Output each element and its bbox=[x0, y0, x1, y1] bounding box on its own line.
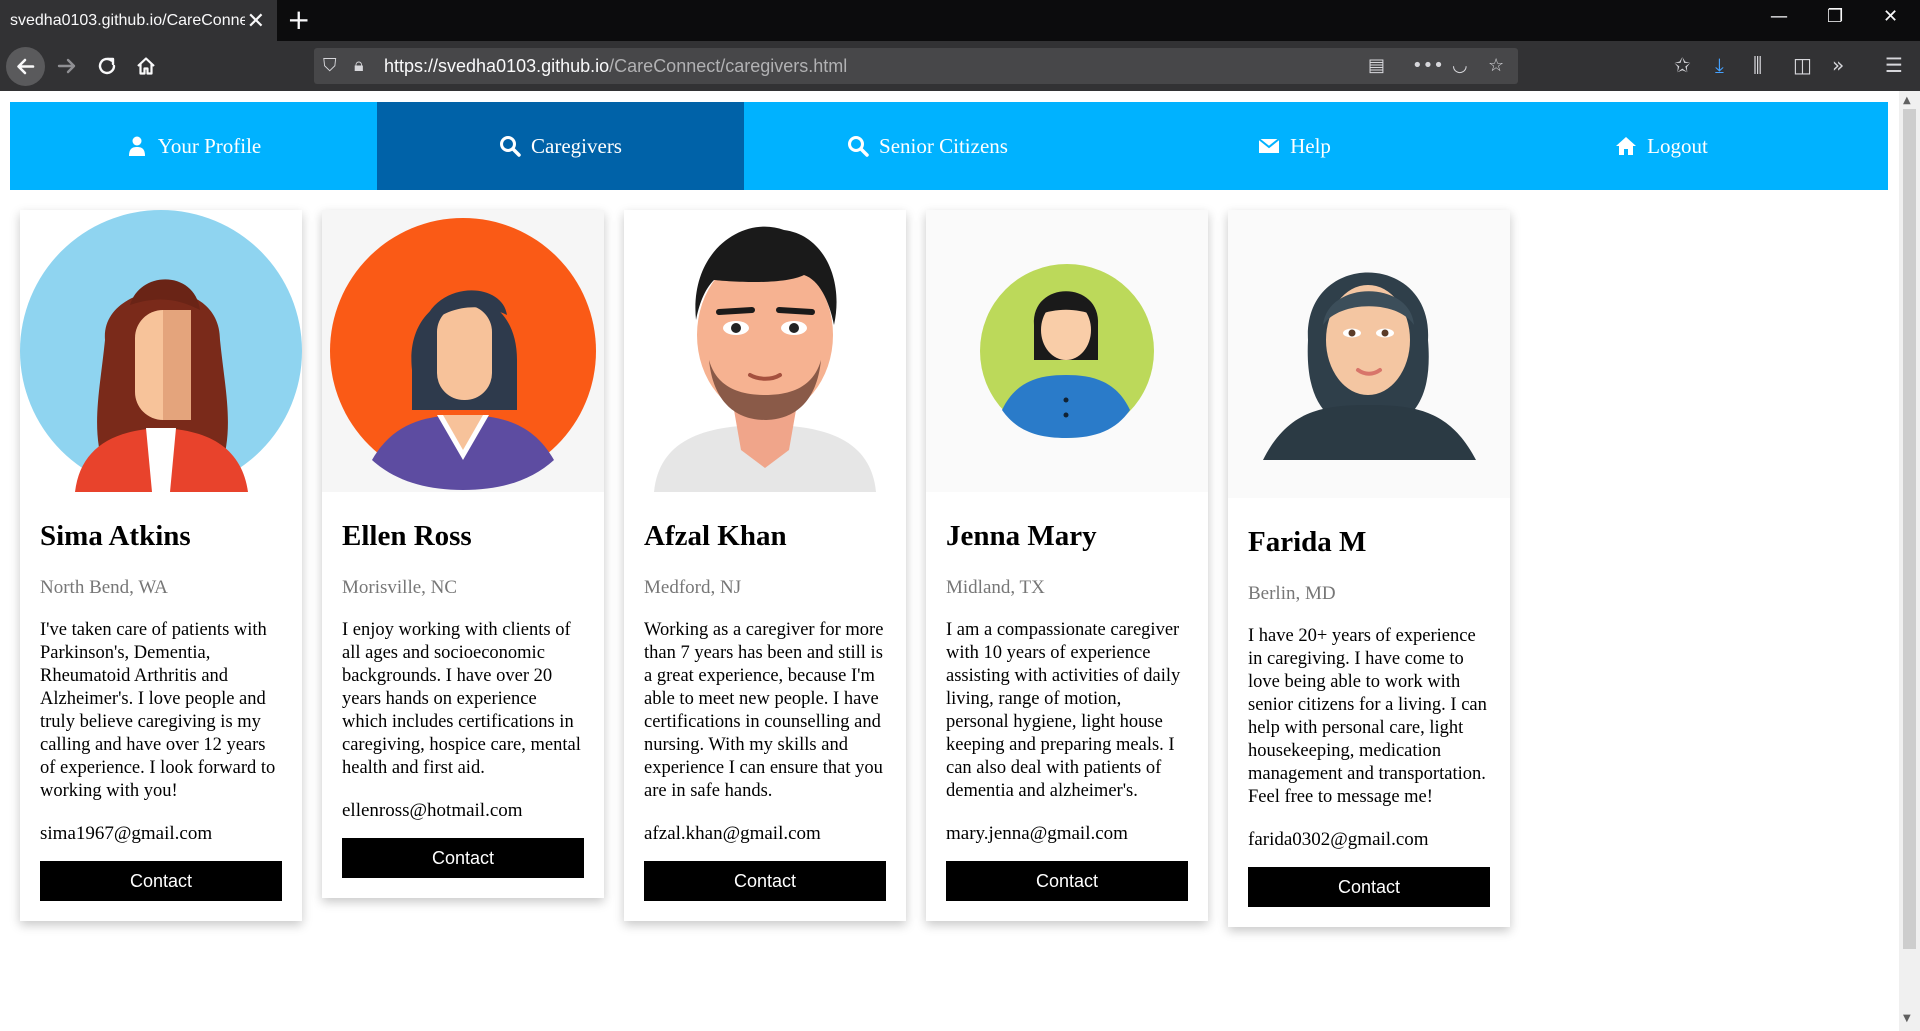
caregiver-email: sima1967@gmail.com bbox=[40, 823, 213, 844]
caregiver-email: mary.jenna@gmail.com bbox=[946, 823, 1128, 844]
caregiver-bio: Working as a caregiver for more than 7 y… bbox=[644, 620, 884, 801]
caregiver-bio: I have 20+ years of experience in caregi… bbox=[1248, 626, 1487, 807]
url-text[interactable]: https://svedha0103.github.io/CareConnect… bbox=[384, 56, 847, 77]
user-icon bbox=[128, 136, 145, 156]
caregiver-card: Sima Atkins North Bend, WA I've taken ca… bbox=[20, 210, 302, 921]
caregiver-card: Jenna Mary Midland, TX I am a compassion… bbox=[926, 210, 1208, 921]
scrollbar-thumb[interactable] bbox=[1903, 109, 1916, 949]
caregiver-card: Afzal Khan Medford, NJ Working as a care… bbox=[624, 210, 906, 921]
scroll-down-icon[interactable]: ▼ bbox=[1903, 1013, 1911, 1024]
caregiver-name: Ellen Ross bbox=[342, 520, 472, 552]
window-close-icon[interactable]: ✕ bbox=[1883, 6, 1898, 27]
caregiver-name: Farida M bbox=[1248, 526, 1367, 558]
contact-button[interactable]: Contact bbox=[644, 861, 886, 901]
caregiver-location: Morisville, NC bbox=[342, 577, 458, 598]
caregiver-location: Midland, TX bbox=[946, 577, 1045, 598]
reload-icon[interactable] bbox=[95, 54, 119, 78]
home-button-icon[interactable] bbox=[134, 54, 158, 78]
shield-icon[interactable]: ⛉ bbox=[323, 55, 337, 76]
back-button[interactable] bbox=[6, 47, 45, 86]
browser-tab[interactable]: svedha0103.github.io/CareConnect/caregiv… bbox=[0, 0, 277, 41]
avatar bbox=[322, 210, 604, 492]
bookmarks-star-icon[interactable]: ✩ bbox=[1674, 53, 1691, 77]
caregiver-name: Sima Atkins bbox=[40, 520, 191, 552]
address-bar[interactable]: ⛉ 🔒︎ https://svedha0103.github.io/CareCo… bbox=[314, 48, 1518, 84]
tab-title: svedha0103.github.io/CareConnect/caregiv… bbox=[10, 11, 245, 29]
caregiver-email: ellenross@hotmail.com bbox=[342, 800, 523, 821]
envelope-icon bbox=[1258, 138, 1280, 153]
vertical-scrollbar[interactable]: ▲ ▼ bbox=[1899, 91, 1920, 1031]
overflow-chevrons-icon[interactable]: » bbox=[1832, 53, 1844, 77]
nav-caregivers[interactable]: Caregivers bbox=[377, 102, 744, 190]
contact-button[interactable]: Contact bbox=[1248, 867, 1490, 907]
new-tab-icon[interactable]: + bbox=[287, 3, 310, 36]
contact-button[interactable]: Contact bbox=[40, 861, 282, 901]
lock-icon[interactable]: 🔒︎ bbox=[354, 55, 364, 76]
menu-icon[interactable]: ☰ bbox=[1885, 53, 1903, 77]
nav-label: Logout bbox=[1647, 133, 1708, 158]
avatar bbox=[926, 210, 1208, 492]
contact-button[interactable]: Contact bbox=[946, 861, 1188, 901]
page-actions-icon[interactable]: ••• bbox=[1412, 55, 1444, 76]
nav-senior-citizens[interactable]: Senior Citizens bbox=[744, 102, 1111, 190]
nav-logout[interactable]: Logout bbox=[1478, 102, 1845, 190]
caregiver-name: Afzal Khan bbox=[644, 520, 787, 552]
forward-icon[interactable] bbox=[55, 54, 79, 78]
search-icon bbox=[848, 136, 869, 157]
nav-label: Help bbox=[1290, 133, 1331, 158]
nav-your-profile[interactable]: Your Profile bbox=[10, 102, 377, 190]
close-tab-icon[interactable]: ✕ bbox=[247, 8, 265, 34]
back-arrow-icon bbox=[17, 58, 35, 75]
library-icon[interactable]: ⫼ bbox=[1753, 53, 1762, 77]
nav-label: Caregivers bbox=[531, 133, 622, 158]
browser-tab-bar: svedha0103.github.io/CareConnect/caregiv… bbox=[0, 0, 1920, 41]
browser-toolbar: ⛉ 🔒︎ https://svedha0103.github.io/CareCo… bbox=[0, 41, 1920, 91]
reader-view-icon[interactable]: ▤ bbox=[1368, 55, 1385, 76]
caregiver-email: farida0302@gmail.com bbox=[1248, 829, 1429, 850]
avatar bbox=[1228, 210, 1510, 498]
caregiver-bio: I am a compassionate caregiver with 10 y… bbox=[946, 620, 1181, 801]
nav-help[interactable]: Help bbox=[1111, 102, 1478, 190]
caregiver-location: Berlin, MD bbox=[1248, 583, 1336, 604]
avatar bbox=[20, 210, 302, 492]
download-icon[interactable]: ⤓ bbox=[1715, 53, 1724, 77]
bookmark-star-icon[interactable]: ☆ bbox=[1488, 55, 1504, 76]
caregiver-card: Farida M Berlin, MD I have 20+ years of … bbox=[1228, 210, 1510, 927]
site-navigation: Your Profile Caregivers Senior Citizens … bbox=[10, 102, 1888, 190]
caregiver-location: North Bend, WA bbox=[40, 577, 168, 598]
caregiver-bio: I've taken care of patients with Parkins… bbox=[40, 620, 276, 801]
restore-icon[interactable]: ❐ bbox=[1827, 6, 1843, 27]
pocket-icon[interactable]: ◡ bbox=[1452, 55, 1468, 76]
caregiver-card: Ellen Ross Morisville, NC I enjoy workin… bbox=[322, 210, 604, 898]
caregiver-email: afzal.khan@gmail.com bbox=[644, 823, 821, 844]
scroll-up-icon[interactable]: ▲ bbox=[1903, 95, 1911, 106]
caregiver-bio: I enjoy working with clients of all ages… bbox=[342, 620, 581, 778]
caregiver-location: Medford, NJ bbox=[644, 577, 742, 598]
search-icon bbox=[500, 136, 521, 157]
minimize-icon[interactable]: — bbox=[1770, 6, 1788, 27]
contact-button[interactable]: Contact bbox=[342, 838, 584, 878]
home-icon bbox=[1616, 137, 1637, 155]
nav-label: Your Profile bbox=[157, 133, 262, 158]
avatar bbox=[624, 210, 906, 492]
sidebar-icon[interactable]: ◫ bbox=[1793, 53, 1812, 77]
caregiver-name: Jenna Mary bbox=[946, 520, 1097, 552]
nav-label: Senior Citizens bbox=[879, 133, 1008, 158]
